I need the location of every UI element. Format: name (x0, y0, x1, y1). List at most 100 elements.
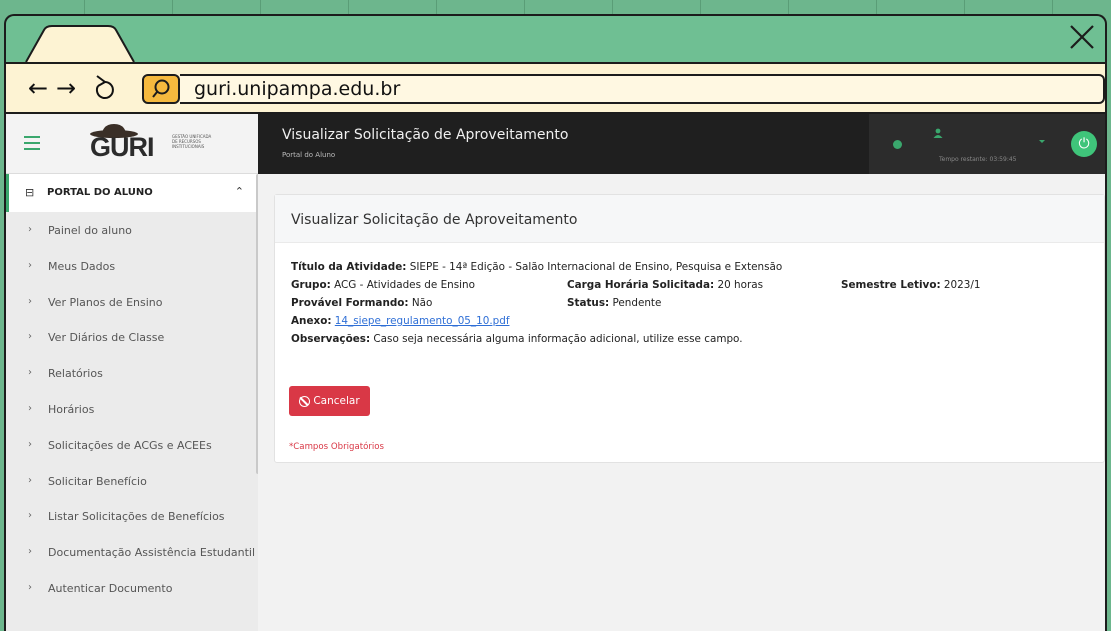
sidebar-item-label: Solicitações de ACGs e ACEEs (48, 438, 212, 452)
grid-line (788, 0, 789, 14)
url-input[interactable]: guri.unipampa.edu.br (180, 74, 1105, 104)
anexo-label: Anexo: (291, 315, 332, 327)
sidebar-item-label: Autenticar Documento (48, 581, 173, 595)
sidebar-header: GURI GESTÃO UNIFICADA DE RECURSOS INSTIT… (6, 114, 258, 174)
chevron-right-icon: › (28, 546, 32, 558)
breadcrumb: Portal do Aluno (282, 151, 336, 159)
menu-icon[interactable] (24, 136, 40, 150)
browser-window: ← → guri.unipampa.edu.br GURI GESTÃO UNI… (4, 14, 1107, 631)
reload-icon[interactable] (92, 72, 118, 102)
sidebar-item[interactable]: › Meus Dados (6, 248, 258, 284)
app-area: GURI GESTÃO UNIFICADA DE RECURSOS INSTIT… (6, 114, 1105, 631)
power-icon[interactable]: ⏻ (1071, 131, 1097, 157)
titulo-row: Título da Atividade: SIEPE - 14ª Edição … (291, 261, 782, 273)
chevron-right-icon: › (28, 402, 32, 414)
anexo-row: Anexo: 14_siepe_regulamento_05_10.pdf (291, 315, 509, 327)
obs-value: Caso seja necessária alguma informação a… (373, 333, 743, 345)
contrast-toggle-icon[interactable] (893, 140, 902, 149)
semestre-row: Semestre Letivo: 2023/1 (841, 279, 980, 291)
browser-tab[interactable] (24, 24, 136, 64)
sidebar-item[interactable]: › Horários (6, 391, 258, 427)
carga-value: 20 horas (717, 279, 764, 291)
sidebar-item-label: Horários (48, 402, 95, 416)
sidebar-item[interactable]: › Autenticar Documento (6, 570, 258, 606)
grid-line (524, 0, 525, 14)
close-icon[interactable] (1067, 22, 1097, 52)
portal-icon: ⊟ (25, 186, 35, 199)
chevron-right-icon: › (28, 224, 32, 235)
sidebar-item[interactable]: › Ver Diários de Classe (6, 319, 258, 355)
obs-label: Observações: (291, 333, 371, 345)
logo-subtext: GESTÃO UNIFICADA DE RECURSOS INSTITUCION… (172, 134, 212, 149)
sidebar-item-label: Listar Solicitações de Benefícios (48, 510, 225, 524)
semestre-label: Semestre Letivo: (841, 279, 941, 291)
formando-label: Provável Formando: (291, 297, 409, 309)
ban-icon (299, 395, 311, 407)
chevron-up-icon: ⌃ (234, 185, 244, 198)
carga-label: Carga Horária Solicitada: (567, 279, 715, 291)
cancel-label: Cancelar (313, 395, 360, 407)
request-card: Visualizar Solicitação de Aproveitamento… (274, 194, 1105, 463)
anexo-link[interactable]: 14_siepe_regulamento_05_10.pdf (335, 315, 510, 327)
logo-text: GURI (90, 132, 154, 162)
grid-line (260, 0, 261, 14)
semestre-value: 2023/1 (943, 279, 981, 291)
card-title: Visualizar Solicitação de Aproveitamento (291, 212, 578, 228)
address-bar: ← → guri.unipampa.edu.br (6, 62, 1105, 114)
sidebar-item[interactable]: › Solicitações de ACGs e ACEEs (6, 427, 258, 463)
sidebar-item[interactable]: › Solicitar Benefício (6, 463, 258, 499)
user-area: Tempo restante: 03:59:45 ⏻ (869, 114, 1105, 174)
sidebar: GURI GESTÃO UNIFICADA DE RECURSOS INSTIT… (6, 114, 258, 631)
chevron-right-icon: › (28, 295, 32, 307)
back-arrow-icon[interactable]: ← (28, 74, 48, 102)
search-icon (152, 79, 170, 98)
titulo-label: Título da Atividade: (291, 261, 407, 273)
sidebar-item[interactable]: › Painel do aluno (6, 212, 258, 248)
sidebar-section-portal-aluno[interactable]: ⊟ PORTAL DO ALUNO ⌃ (6, 174, 258, 212)
sidebar-item[interactable]: › Listar Solicitações de Benefícios (6, 498, 258, 534)
status-label: Status: (567, 297, 610, 309)
formando-value: Não (411, 297, 433, 309)
titulo-value: SIEPE - 14ª Edição - Salão Internacional… (409, 261, 783, 273)
sidebar-item-label: Solicitar Benefício (48, 474, 147, 488)
forward-arrow-icon[interactable]: → (56, 74, 76, 102)
sidebar-item[interactable]: › Documentação Assistência Estudantil (6, 534, 258, 570)
carga-row: Carga Horária Solicitada: 20 horas (567, 279, 763, 291)
chevron-right-icon: › (28, 474, 32, 486)
grid-line (700, 0, 701, 14)
obs-row: Observações: Caso seja necessária alguma… (291, 333, 743, 345)
grid-line (876, 0, 877, 14)
grid-line (348, 0, 349, 14)
user-icon[interactable] (933, 128, 943, 138)
sidebar-scrollbar[interactable] (256, 174, 258, 474)
grid-line (172, 0, 173, 14)
sidebar-item[interactable]: › Relatórios (6, 355, 258, 391)
grid-line (612, 0, 613, 14)
chevron-right-icon: › (28, 438, 32, 450)
grid-line (964, 0, 965, 14)
sidebar-item-label: Ver Diários de Classe (48, 331, 165, 345)
status-row: Status: Pendente (567, 297, 661, 309)
sidebar-item-label: Meus Dados (48, 259, 116, 273)
sidebar-item-label: Painel do aluno (48, 224, 132, 237)
cancel-button[interactable]: Cancelar (289, 386, 370, 416)
card-header: Visualizar Solicitação de Aproveitamento (275, 195, 1104, 243)
page-title: Visualizar Solicitação de Aproveitamento (282, 127, 569, 143)
sidebar-item[interactable]: › Ver Planos de Ensino (6, 284, 258, 320)
formando-row: Provável Formando: Não (291, 297, 432, 309)
required-note: *Campos Obrigatórios (289, 442, 385, 452)
sidebar-item-label: Ver Planos de Ensino (48, 295, 163, 309)
chevron-down-icon[interactable] (1039, 140, 1045, 143)
section-label: PORTAL DO ALUNO (47, 187, 153, 198)
grupo-label: Grupo: (291, 279, 331, 291)
grid-line (436, 0, 437, 14)
sidebar-item-label: Documentação Assistência Estudantil (48, 546, 255, 560)
sidebar-items: › Painel do aluno › Meus Dados › Ver Planos d… (6, 212, 258, 606)
chevron-right-icon: › (28, 259, 32, 271)
search-button[interactable] (142, 74, 180, 104)
grid-line (1052, 0, 1053, 14)
status-value: Pendente (612, 297, 662, 309)
sidebar-item-label: Relatórios (48, 367, 103, 381)
chevron-right-icon: › (28, 581, 32, 593)
grid-line (84, 0, 85, 14)
